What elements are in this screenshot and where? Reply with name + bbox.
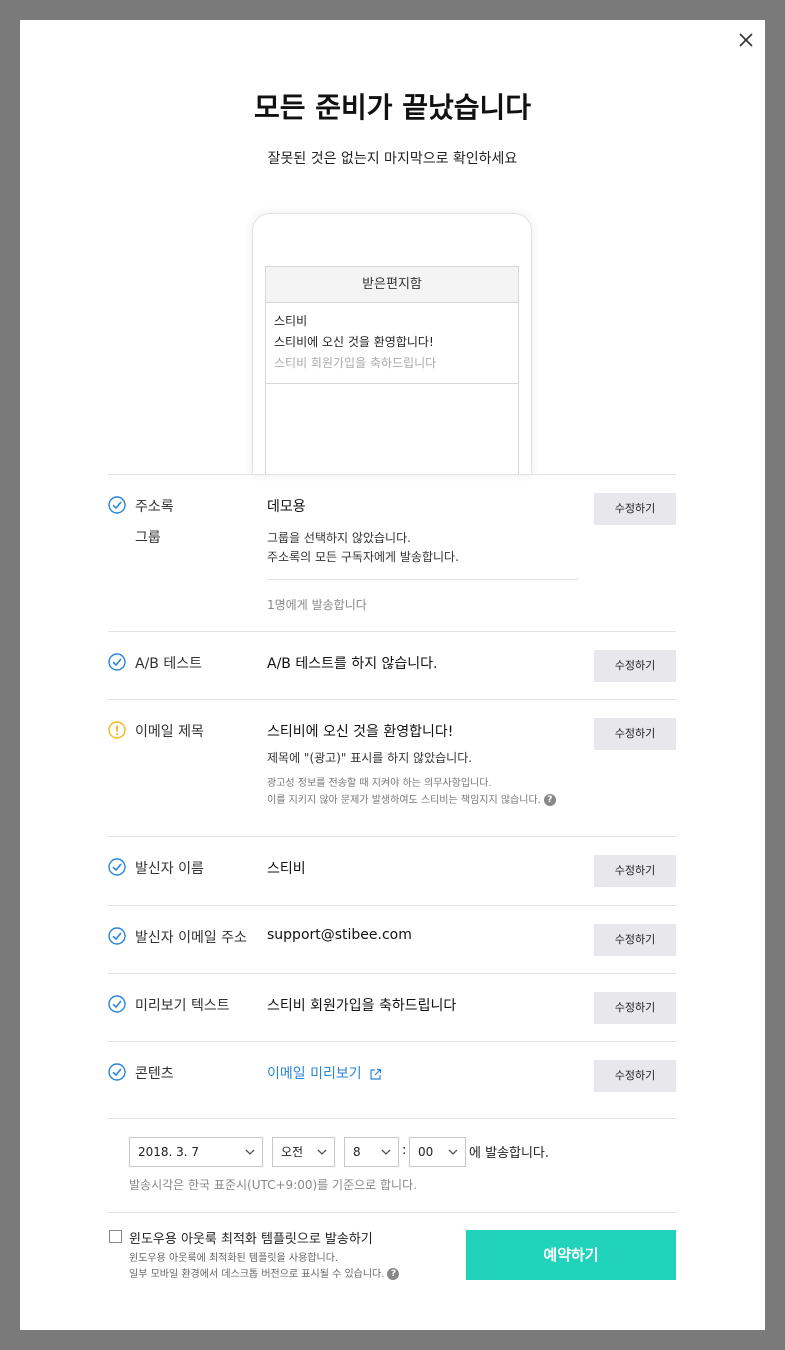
- row-ab-test: A/B 테스트 A/B 테스트를 하지 않습니다. 수정하기: [108, 631, 676, 699]
- timezone-note: 발송시각은 한국 표준시(UTC+9:00)를 기준으로 합니다.: [129, 1178, 417, 1192]
- contents-label: 콘텐츠: [135, 1066, 174, 1082]
- phone-preview: 받은편지함 스티비 스티비에 오신 것을 환영합니다! 스티비 회원가입을 축하…: [252, 213, 532, 475]
- check-circle-icon: [108, 927, 126, 945]
- close-icon[interactable]: [736, 30, 756, 50]
- row-contents: 콘텐츠 이메일 미리보기 수정하기: [108, 1041, 676, 1118]
- preview-text-label: 미리보기 텍스트: [135, 998, 230, 1014]
- outlook-note-2: 일부 모바일 환경에서 데스크톱 버전으로 표시될 수 있습니다.: [129, 1269, 385, 1280]
- confirm-modal: 모든 준비가 끝났습니다 잘못된 것은 없는지 마지막으로 확인하세요 받은편지…: [20, 20, 765, 1330]
- help-icon[interactable]: ?: [543, 794, 556, 806]
- edit-ab-test-button[interactable]: 수정하기: [594, 650, 676, 682]
- schedule-controls: 2018. 3. 7 오전 8 : 00 에 발송합니다.: [129, 1137, 589, 1167]
- schedule-suffix: 에 발송합니다.: [469, 1146, 550, 1161]
- group-line-1: 그룹을 선택하지 않았습니다.: [267, 531, 411, 545]
- warning-circle-icon: [108, 721, 126, 739]
- sender-email-value: support@stibee.com: [267, 927, 412, 943]
- address-divider: [267, 579, 579, 580]
- outlook-checkbox[interactable]: [109, 1230, 122, 1243]
- row-address-book: 주소록 그룹 데모용 그룹을 선택하지 않았습니다. 주소록의 모든 구독자에게…: [108, 474, 676, 631]
- group-label: 그룹: [135, 530, 161, 546]
- ab-test-value: A/B 테스트를 하지 않습니다.: [267, 656, 438, 672]
- edit-address-book-button[interactable]: 수정하기: [594, 493, 676, 525]
- recipient-count: 1명에게 발송합니다: [267, 598, 367, 612]
- inbox-title: 받은편지함: [266, 267, 518, 303]
- row-sender-name: 발신자 이름 스티비 수정하기: [108, 836, 676, 905]
- chevron-down-icon: [381, 1149, 391, 1155]
- group-line-2: 주소록의 모든 구독자에게 발송합니다.: [267, 550, 459, 564]
- ab-test-label: A/B 테스트: [135, 656, 202, 672]
- reserve-button[interactable]: 예약하기: [466, 1230, 676, 1280]
- outlook-note: 일부 모바일 환경에서 데스크톱 버전으로 표시될 수 있습니다.?: [129, 1265, 400, 1280]
- edit-sender-name-button[interactable]: 수정하기: [594, 855, 676, 887]
- edit-contents-button[interactable]: 수정하기: [594, 1060, 676, 1092]
- ampm-select[interactable]: 오전: [272, 1137, 335, 1167]
- time-colon: :: [402, 1143, 407, 1158]
- check-circle-icon: [108, 858, 126, 876]
- edit-preview-text-button[interactable]: 수정하기: [594, 992, 676, 1024]
- legal-notice: 이를 지키지 않아 문제가 발생하여도 스티비는 책임지지 않습니다.?: [267, 792, 556, 809]
- preview-text-value: 스티비 회원가입을 축하드립니다: [267, 998, 457, 1014]
- date-select[interactable]: 2018. 3. 7: [129, 1137, 263, 1167]
- chevron-down-icon: [448, 1149, 458, 1155]
- email-preview-link[interactable]: 이메일 미리보기: [267, 1063, 382, 1083]
- schedule-section: 2018. 3. 7 오전 8 : 00 에 발송합니다. 발송시각은 한국 표…: [108, 1118, 676, 1212]
- sender-email-label: 발신자 이메일 주소: [135, 930, 247, 946]
- inbox-sender: 스티비: [274, 314, 308, 328]
- check-circle-icon: [108, 1063, 126, 1081]
- check-circle-icon: [108, 653, 126, 671]
- chevron-down-icon: [245, 1149, 255, 1155]
- outlook-note-1: 윈도우용 아웃룩에 최적화된 템플릿을 사용합니다.: [129, 1253, 339, 1264]
- sender-name-value: 스티비: [267, 861, 306, 877]
- address-book-value: 데모용: [267, 499, 306, 515]
- inbox-preview-text: 스티비 회원가입을 축하드립니다: [274, 356, 437, 370]
- row-sender-email: 발신자 이메일 주소 support@stibee.com 수정하기: [108, 905, 676, 973]
- external-link-icon: [370, 1068, 382, 1080]
- minute-value: 00: [418, 1145, 434, 1159]
- sender-name-label: 발신자 이름: [135, 861, 204, 877]
- bottom-section: [108, 1212, 676, 1213]
- inbox-message: 스티비 스티비에 오신 것을 환영합니다! 스티비 회원가입을 축하드립니다: [266, 303, 518, 384]
- check-circle-icon: [108, 496, 126, 514]
- edit-sender-email-button[interactable]: 수정하기: [594, 924, 676, 956]
- legal-line-1: 광고성 정보를 전송할 때 지켜야 하는 의무사항입니다.: [267, 778, 492, 789]
- legal-line-2: 이를 지키지 않아 문제가 발생하여도 스티비는 책임지지 않습니다.: [267, 795, 541, 806]
- outlook-label[interactable]: 윈도우용 아웃룩 최적화 템플릿으로 발송하기: [129, 1228, 373, 1247]
- modal-title: 모든 준비가 끝났습니다: [253, 91, 532, 124]
- hour-value: 8: [353, 1145, 361, 1159]
- inbox-subject: 스티비에 오신 것을 환영합니다!: [274, 335, 434, 349]
- modal-subtitle: 잘못된 것은 없는지 마지막으로 확인하세요: [267, 151, 518, 167]
- ampm-value: 오전: [281, 1145, 304, 1159]
- subject-label: 이메일 제목: [135, 724, 204, 740]
- date-value: 2018. 3. 7: [138, 1145, 200, 1159]
- email-preview-link-label: 이메일 미리보기: [267, 1066, 362, 1082]
- subject-value: 스티비에 오신 것을 환영합니다!: [267, 724, 454, 740]
- row-preview-text: 미리보기 텍스트 스티비 회원가입을 축하드립니다 수정하기: [108, 973, 676, 1041]
- help-icon[interactable]: ?: [387, 1268, 400, 1280]
- address-book-label: 주소록: [135, 499, 174, 515]
- edit-subject-button[interactable]: 수정하기: [594, 718, 676, 750]
- inbox-preview: 받은편지함 스티비 스티비에 오신 것을 환영합니다! 스티비 회원가입을 축하…: [265, 266, 519, 475]
- chevron-down-icon: [317, 1149, 327, 1155]
- row-subject: 이메일 제목 스티비에 오신 것을 환영합니다! 제목에 "(광고)" 표시를 …: [108, 699, 676, 836]
- check-circle-icon: [108, 995, 126, 1013]
- minute-select[interactable]: 00: [409, 1137, 466, 1167]
- hour-select[interactable]: 8: [344, 1137, 399, 1167]
- ad-notice: 제목에 "(광고)" 표시를 하지 않았습니다.: [267, 751, 473, 765]
